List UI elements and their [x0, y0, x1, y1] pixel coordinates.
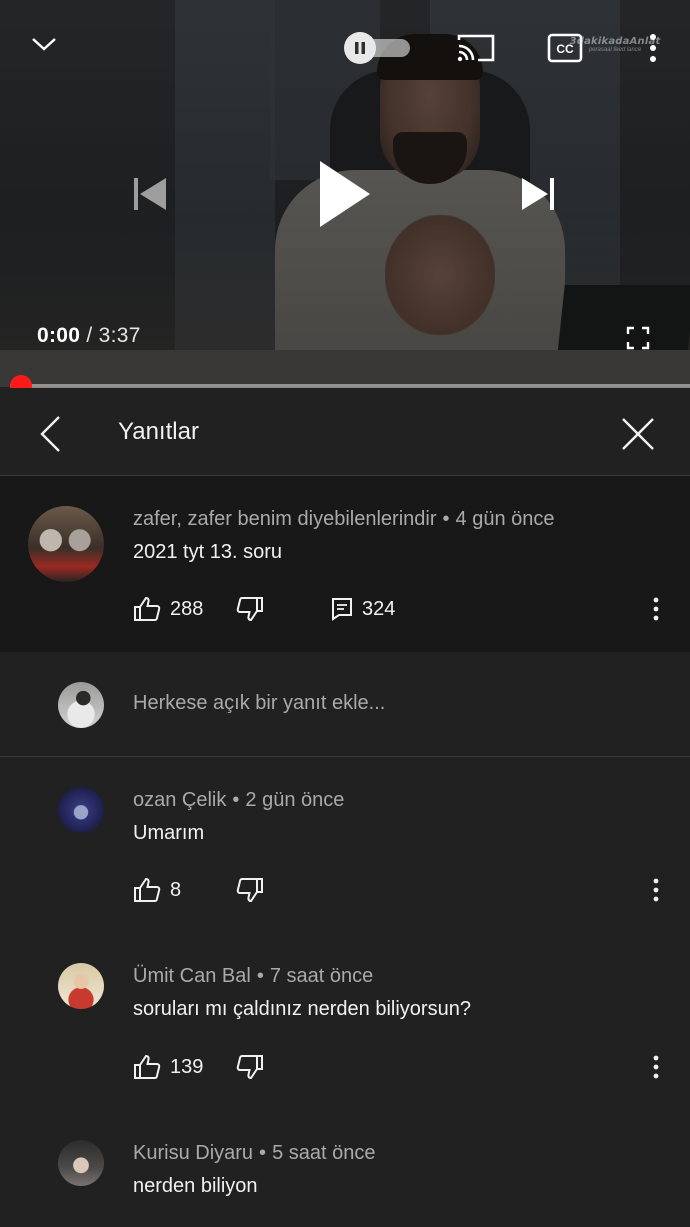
comment-time: 2 gün önce [245, 789, 345, 811]
dislike-button[interactable] [236, 594, 264, 624]
panel-title: Yanıtlar [118, 418, 199, 445]
comment-time: 5 saat önce [272, 1142, 376, 1164]
more-vert-icon [653, 1055, 659, 1079]
fullscreen-button[interactable] [620, 318, 656, 358]
like-button[interactable]: 8 [133, 875, 181, 905]
cast-button[interactable] [452, 26, 500, 70]
like-button[interactable]: 139 [133, 1052, 203, 1082]
comment-more-button[interactable] [646, 872, 666, 908]
comment-icon [332, 598, 352, 621]
close-button[interactable] [612, 408, 664, 460]
more-vert-icon [653, 597, 659, 621]
chevron-left-icon [40, 416, 60, 452]
play-button[interactable] [306, 150, 382, 238]
thumbs-down-icon [236, 878, 263, 903]
previous-video-button[interactable] [126, 168, 174, 220]
thumbs-up-icon [134, 1054, 161, 1079]
next-video-button[interactable] [514, 168, 562, 220]
close-icon [622, 418, 654, 450]
avatar[interactable] [58, 963, 104, 1009]
thumbs-down-icon [236, 597, 263, 622]
replies-header: Yanıtlar [0, 388, 690, 476]
avatar[interactable] [28, 506, 104, 582]
more-vert-icon [650, 34, 656, 62]
comment-time: 7 saat önce [269, 965, 374, 987]
comment-text: nerden biliyon [133, 1175, 258, 1197]
collapse-player-button[interactable] [22, 24, 66, 64]
comment-meta: zafer, zafer benim diyebilenlerindir • 4 g… [133, 508, 555, 530]
comment-time: 4 gün önce [455, 508, 555, 530]
comment-text: 2021 tyt 13. soru [133, 541, 282, 563]
comment-author[interactable]: Ümit Can Bal [133, 965, 251, 987]
more-vert-icon [653, 878, 659, 902]
dislike-button[interactable] [236, 1052, 264, 1082]
skip-previous-icon [134, 178, 166, 210]
dislike-button[interactable] [236, 875, 264, 905]
like-count: 8 [170, 878, 182, 901]
comment-meta: Kurisu Diyaru • 5 saat önce [133, 1142, 376, 1164]
avatar[interactable] [58, 1140, 104, 1186]
comment-text: Umarım [133, 822, 205, 844]
parent-comment: zafer, zafer benim diyebilenlerindir • 4 g… [0, 476, 690, 652]
comment-meta: Ümit Can Bal • 7 saat önce [133, 965, 374, 987]
like-button[interactable]: 288 [133, 594, 203, 624]
like-count: 288 [170, 597, 204, 620]
avatar [58, 682, 104, 728]
autoplay-toggle[interactable] [344, 32, 410, 64]
thumbs-up-icon [134, 596, 161, 621]
add-reply-input[interactable]: Herkese açık bir yanıt ekle... [133, 692, 385, 715]
player-more-button[interactable] [638, 28, 668, 68]
fullscreen-icon [626, 326, 650, 350]
replies-count: 324 [362, 597, 396, 620]
autoplay-knob [344, 32, 376, 64]
comment-author[interactable]: ozan Çelik [133, 789, 226, 811]
comment-more-button[interactable] [646, 1049, 666, 1085]
avatar[interactable] [58, 787, 104, 833]
comment-more-button[interactable] [646, 591, 666, 627]
video-player[interactable]: CC 3dakikadaAnlat perasaal feed lance 0:… [0, 0, 690, 387]
duration: / 3:37 [86, 324, 141, 347]
comment-author[interactable]: Kurisu Diyaru [133, 1142, 253, 1164]
back-button[interactable] [28, 412, 72, 456]
current-time: 0:00 [37, 324, 81, 347]
pause-icon [355, 42, 365, 54]
time-display: 0:00 / 3:37 [37, 324, 141, 348]
thumbs-down-icon [236, 1055, 263, 1080]
cast-icon [457, 34, 495, 62]
comment-text: soruları mı çaldınız nerden biliyorsun? [133, 998, 471, 1020]
like-count: 139 [170, 1055, 204, 1078]
comment-author[interactable]: zafer, zafer benim diyebilenlerindir [133, 508, 437, 530]
chevron-down-icon [32, 38, 56, 51]
skip-next-icon [522, 178, 554, 210]
replies-count-button[interactable]: 324 [331, 594, 395, 624]
thumbs-up-icon [134, 877, 161, 902]
play-icon [320, 161, 370, 227]
comment-meta: ozan Çelik • 2 gün önce [133, 789, 345, 811]
